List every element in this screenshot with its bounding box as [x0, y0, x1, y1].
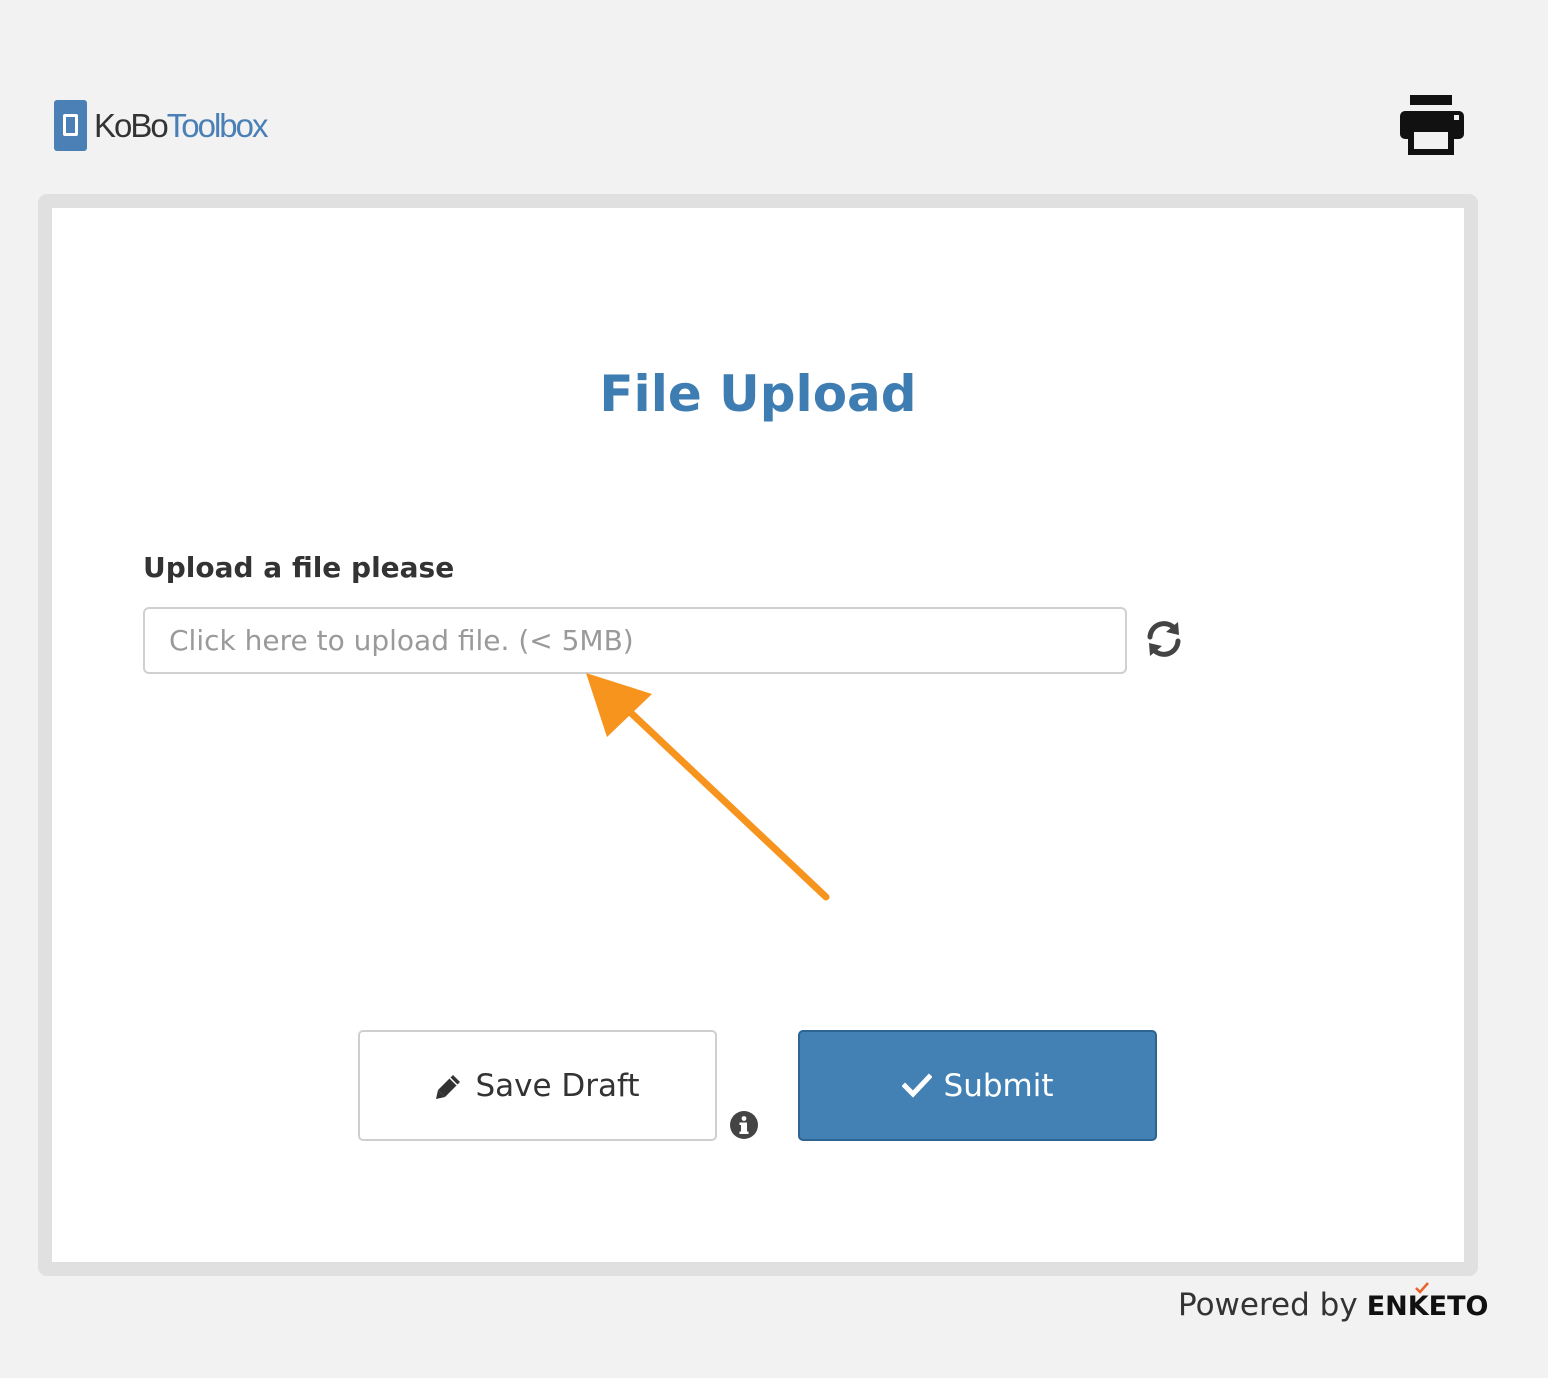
question-label: Upload a file please [143, 551, 455, 584]
enketo-check-icon [1414, 1282, 1429, 1294]
pencil-icon [436, 1074, 461, 1099]
enketo-brand-text: ENKETO [1366, 1291, 1489, 1322]
powered-by-text: Powered by [1178, 1287, 1358, 1323]
powered-by-enketo[interactable]: Powered by ENKETO [1178, 1282, 1489, 1323]
save-draft-label: Save Draft [475, 1067, 640, 1104]
logo-text-kobo: KoBo [94, 106, 169, 144]
kobotoolbox-logo[interactable]: KoBoToolbox [54, 99, 269, 151]
kobo-logo-mark [54, 99, 87, 151]
save-draft-button[interactable]: Save Draft [358, 1030, 717, 1141]
check-icon [901, 1072, 932, 1098]
logo-text: KoBoToolbox [94, 106, 269, 144]
submit-button[interactable]: Submit [798, 1030, 1157, 1141]
printer-icon [1400, 95, 1464, 155]
form-title: File Upload [599, 365, 917, 423]
file-upload-input[interactable] [143, 607, 1127, 674]
info-circle-icon [730, 1111, 758, 1139]
info-icon[interactable] [729, 1110, 759, 1140]
logo-text-toolbox: Toolbox [166, 106, 269, 144]
print-button[interactable] [1398, 94, 1466, 156]
submit-label: Submit [943, 1067, 1054, 1104]
reset-file-button[interactable] [1144, 619, 1184, 659]
refresh-icon [1147, 621, 1181, 657]
enketo-brand: ENKETO [1366, 1282, 1489, 1322]
